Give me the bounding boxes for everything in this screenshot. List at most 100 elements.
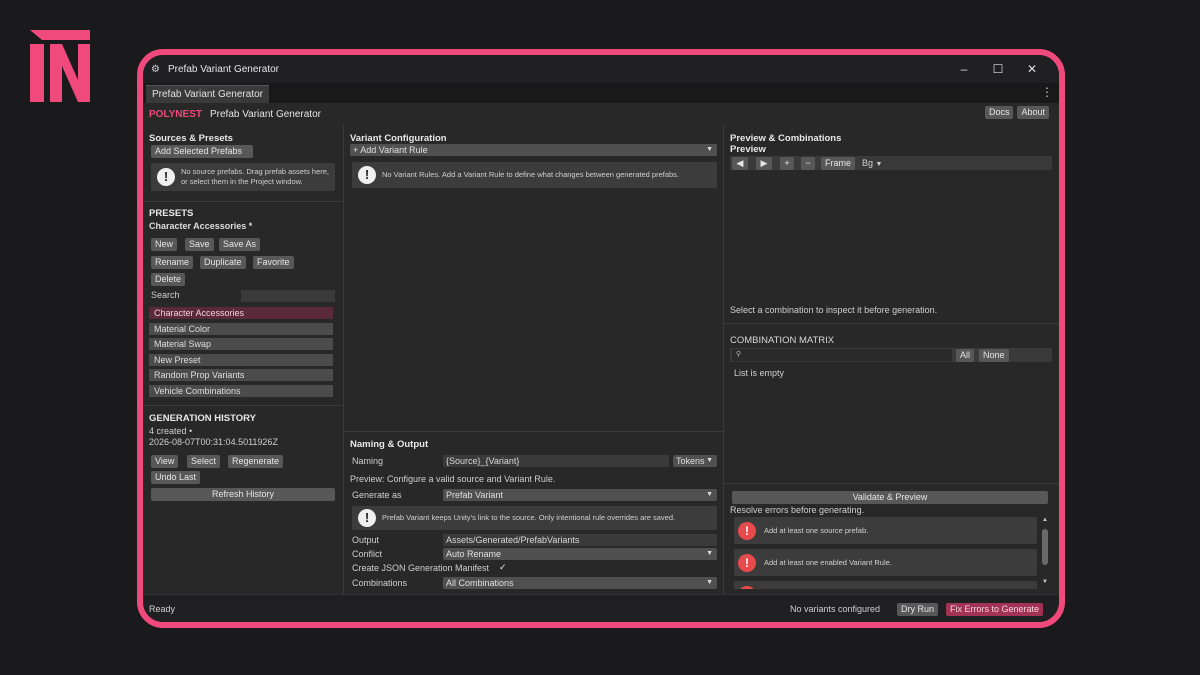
chevron-down-icon: ▼ [706, 491, 713, 498]
combinations-label: Combinations [352, 578, 408, 588]
sources-help-text: No source prefabs. Drag prefab assets he… [181, 167, 329, 186]
dry-run-button[interactable]: Dry Run [897, 603, 939, 616]
error-item: ! Add at least one enabled Variant Rule. [734, 549, 1037, 576]
error-text: Add at least one enabled Variant Rule. [764, 558, 892, 567]
chevron-down-icon: ▼ [706, 579, 713, 586]
output-path-field[interactable]: Assets/Generated/PrefabVariants [443, 534, 717, 546]
refresh-history-button[interactable]: Refresh History [151, 488, 335, 501]
manifest-checkbox[interactable]: ✓ [499, 562, 507, 573]
naming-preview: Preview: Configure a valid source and Va… [350, 474, 556, 484]
history-created-count: 4 created • [149, 426, 193, 436]
combination-matrix-title: COMBINATION MATRIX [730, 335, 835, 346]
status-bar: Ready No variants configured Dry Run Fix… [143, 594, 1059, 622]
manifest-label: Create JSON Generation Manifest [352, 563, 490, 573]
current-preset: Character Accessories * [149, 221, 253, 231]
matrix-empty-text: List is empty [734, 368, 785, 378]
previous-icon[interactable]: ◀ [732, 157, 748, 170]
zoom-in-button[interactable]: + [780, 157, 794, 170]
view-history-button[interactable]: View [151, 455, 179, 468]
output-label: Output [352, 535, 380, 545]
window-title: Prefab Variant Generator [168, 63, 279, 75]
error-icon: ! [738, 585, 756, 589]
search-icon: ⚲ [736, 351, 742, 358]
generate-help-text: Prefab Variant keeps Unity's link to the… [382, 513, 676, 522]
frame-button[interactable]: Frame [821, 157, 856, 170]
naming-label: Naming [352, 456, 384, 466]
regenerate-button[interactable]: Regenerate [228, 455, 284, 468]
generate-help-box: ! Prefab Variant keeps Unity's link to t… [352, 506, 717, 530]
naming-output-title: Naming & Output [350, 439, 429, 450]
tool-title: Prefab Variant Generator [209, 108, 321, 120]
fix-errors-button[interactable]: Fix Errors to Generate [946, 603, 1044, 616]
search-label: Search [151, 290, 180, 300]
scroll-down-icon[interactable]: ▼ [1042, 579, 1048, 585]
right-panel: Preview & Combinations Preview ◀ ▶ + − F… [724, 125, 1059, 594]
error-icon: ! [738, 521, 756, 540]
tokens-label: Tokens [676, 456, 705, 466]
brand-label: POLYNEST [149, 108, 202, 120]
select-none-button[interactable]: None [979, 349, 1009, 362]
matrix-search-input[interactable]: ⚲ [732, 349, 952, 361]
scrollbar-thumb[interactable] [1042, 529, 1048, 565]
chevron-down-icon: ▼ [706, 550, 713, 557]
combinations-dropdown[interactable]: All Combinations ▼ [443, 577, 717, 589]
preset-item[interactable]: Material Color [149, 323, 333, 335]
zoom-out-button[interactable]: − [801, 157, 815, 170]
naming-field[interactable]: {Source}_{Variant} [443, 455, 669, 467]
variant-help-box: ! No Variant Rules. Add a Variant Rule t… [352, 162, 717, 188]
tab-prefab-variant-generator[interactable]: Prefab Variant Generator [146, 85, 269, 103]
status-ready: Ready [149, 604, 176, 614]
tn-logo [30, 30, 90, 102]
error-text: Add at least one source prefab. [764, 526, 869, 535]
error-icon: ! [738, 553, 756, 572]
select-history-button[interactable]: Select [187, 455, 221, 468]
sources-title: Sources & Presets [149, 133, 233, 144]
status-info: No variants configured [790, 604, 881, 614]
preset-item[interactable]: Material Swap [149, 338, 333, 350]
preset-search-input[interactable] [241, 290, 335, 302]
save-as-button[interactable]: Save As [219, 238, 261, 251]
conflict-value: Auto Rename [446, 549, 502, 559]
validate-preview-button[interactable]: Validate & Preview [732, 491, 1048, 504]
new-preset-button[interactable]: New [151, 238, 178, 251]
preset-item[interactable]: Random Prop Variants [149, 369, 333, 381]
favorite-button[interactable]: Favorite [253, 256, 294, 269]
rename-button[interactable]: Rename [151, 256, 194, 269]
preset-item[interactable]: New Preset [149, 354, 333, 366]
delete-button[interactable]: Delete [151, 273, 186, 286]
generate-as-dropdown[interactable]: Prefab Variant ▼ [443, 489, 717, 501]
middle-panel: Variant Configuration + Add Variant Rule… [344, 125, 723, 594]
generate-as-value: Prefab Variant [446, 490, 503, 500]
undo-last-button[interactable]: Undo Last [151, 471, 201, 484]
conflict-label: Conflict [352, 549, 383, 559]
preset-item[interactable]: Vehicle Combinations [149, 385, 333, 397]
add-variant-rule-dropdown[interactable]: + Add Variant Rule ▼ [350, 144, 717, 156]
background-dropdown[interactable]: Bg ▼ [862, 158, 882, 168]
tokens-dropdown[interactable]: Tokens ▼ [673, 455, 717, 467]
next-icon[interactable]: ▶ [756, 157, 772, 170]
scroll-up-icon[interactable]: ▲ [1042, 517, 1048, 523]
preview-toolbar [730, 156, 1052, 170]
save-preset-button[interactable]: Save [185, 238, 214, 251]
info-icon: ! [358, 166, 376, 184]
duplicate-button[interactable]: Duplicate [200, 256, 246, 269]
docs-button[interactable]: Docs [984, 106, 1014, 119]
history-timestamp: 2026-08-07T00:31:04.5011926Z [149, 437, 278, 447]
preset-item[interactable]: Character Accessories [149, 307, 333, 319]
error-item: ! Add at least one source prefab. [734, 517, 1037, 544]
select-all-button[interactable]: All [956, 349, 975, 362]
minimize-icon[interactable]: – [947, 62, 981, 76]
maximize-icon[interactable]: ☐ [981, 62, 1015, 76]
kebab-menu-icon[interactable]: ⋮ [1041, 85, 1053, 99]
sources-help-box: ! No source prefabs. Drag prefab assets … [151, 163, 335, 191]
error-list-scrollbar[interactable]: ▲ ▼ [1040, 517, 1050, 589]
variant-config-title: Variant Configuration [350, 133, 447, 144]
conflict-dropdown[interactable]: Auto Rename ▼ [443, 548, 717, 560]
about-button[interactable]: About [1017, 106, 1049, 119]
unity-app-icon: ⚙ [151, 63, 160, 75]
info-icon: ! [358, 509, 376, 527]
preview-subtitle: Preview [730, 144, 766, 155]
add-selected-prefabs-button[interactable]: Add Selected Prefabs [151, 145, 253, 158]
tool-header: POLYNEST Prefab Variant Generator Docs A… [143, 103, 1059, 125]
close-icon[interactable]: ✕ [1015, 62, 1049, 76]
